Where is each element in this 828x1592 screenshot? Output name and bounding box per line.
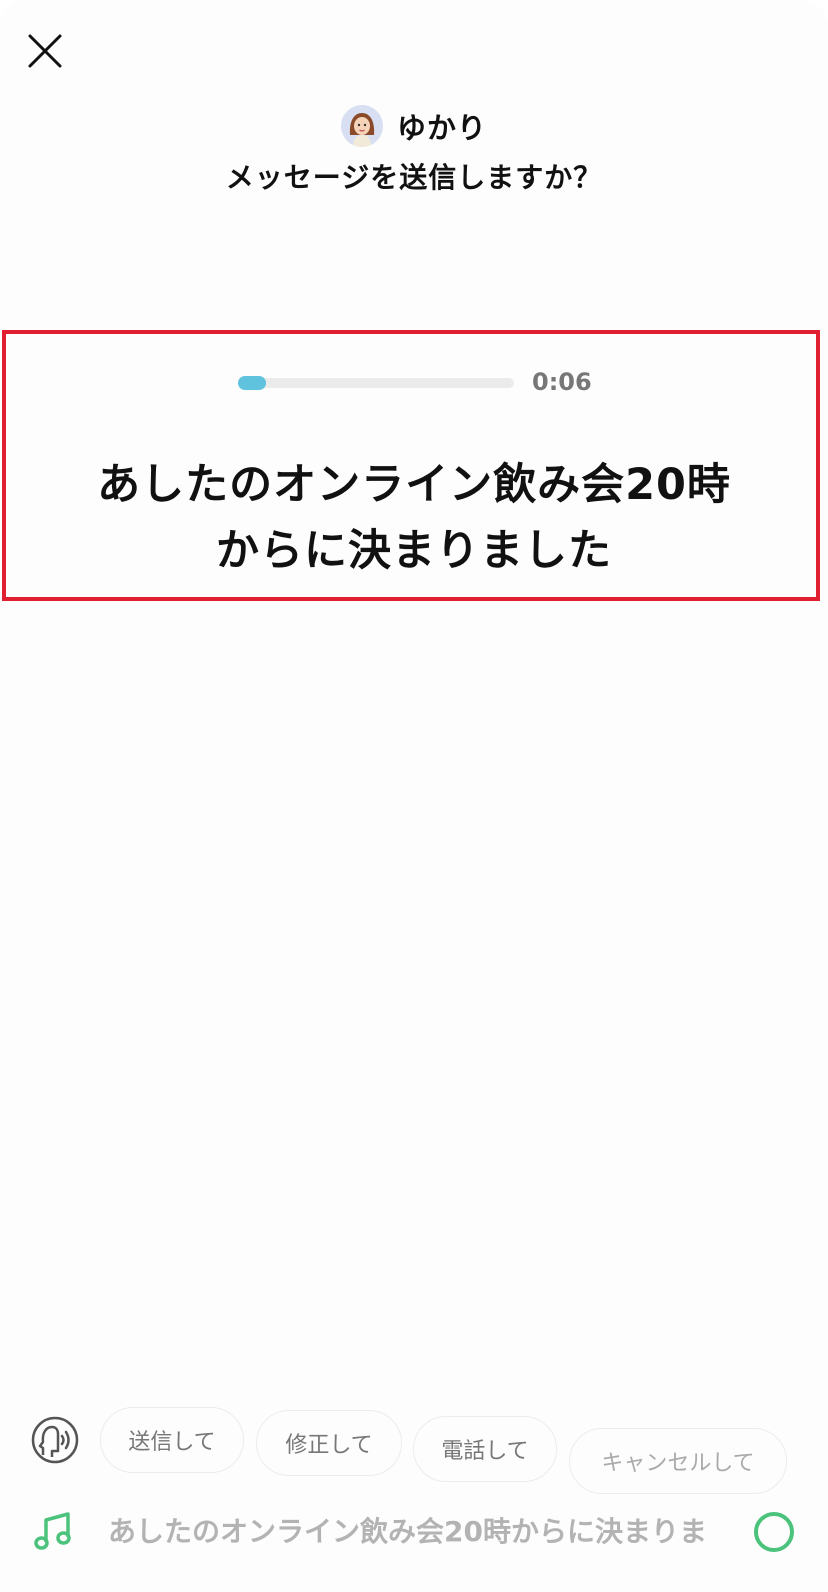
- close-button[interactable]: [26, 32, 66, 72]
- close-icon: [28, 34, 62, 68]
- dialog-sheet: [0, 0, 828, 1592]
- music-note-icon: [32, 1510, 76, 1554]
- playback-progress-bar[interactable]: [238, 376, 514, 390]
- recognized-text-input[interactable]: あしたのオンライン飲み会20時からに決まりま: [108, 1512, 720, 1552]
- playback-progress-fill: [238, 376, 266, 390]
- dialog-title: メッセージを送信しますか？: [225, 161, 603, 194]
- suggestion-chip-edit[interactable]: 修正して: [256, 1410, 402, 1476]
- mic-circle-icon[interactable]: [754, 1512, 794, 1552]
- dialog-header: ゆかり メッセージを送信しますか？: [0, 104, 828, 196]
- playback-time: 0:06: [532, 368, 592, 396]
- recipient-row: ゆかり: [0, 104, 828, 148]
- suggestion-chip-cancel[interactable]: キャンセルして: [569, 1428, 787, 1494]
- suggestion-chip-call[interactable]: 電話して: [413, 1416, 557, 1482]
- avatar: [340, 105, 383, 147]
- suggestion-chip-send[interactable]: 送信して: [100, 1407, 244, 1473]
- transcript-text: あしたのオンライン飲み会20時 からに決まりました: [20, 452, 808, 584]
- transcript-line-1: あしたのオンライン飲み会20時: [97, 460, 731, 510]
- recipient-name: ゆかり: [396, 111, 487, 145]
- transcript-line-2: からに決まりました: [216, 526, 612, 576]
- voice-command-icon: [30, 1415, 80, 1465]
